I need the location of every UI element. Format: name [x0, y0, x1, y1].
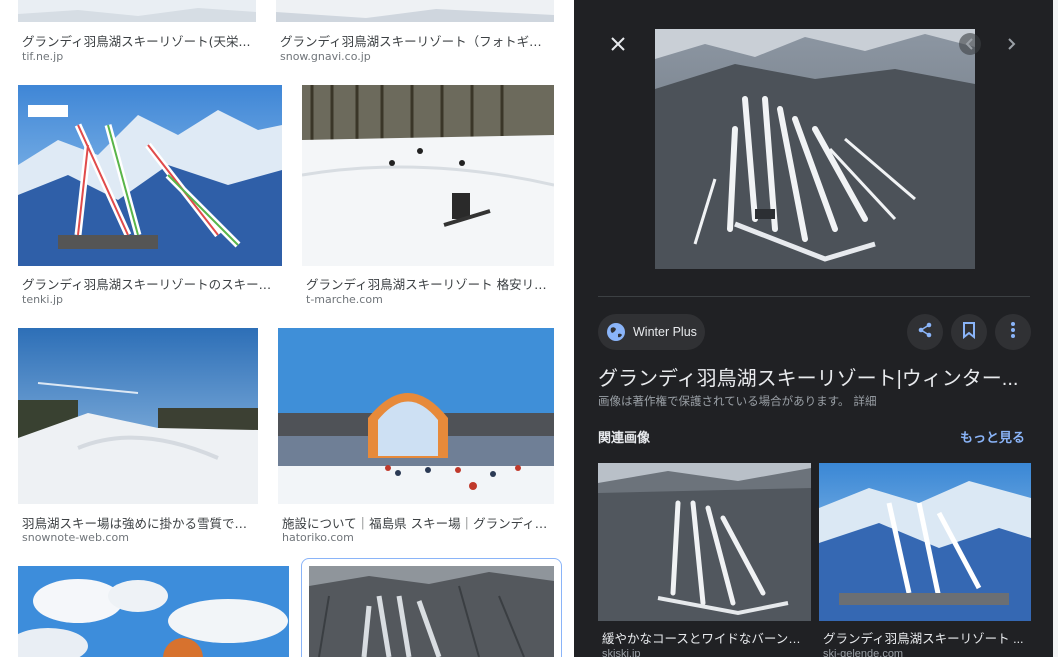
copyright-notice: 画像は著作権で保護されている場合があります。 詳細 [598, 393, 877, 409]
panel-divider [598, 296, 1030, 297]
result-thumbnail[interactable] [18, 328, 258, 504]
source-chip[interactable]: Winter Plus [598, 314, 705, 350]
related-image-thumbnail[interactable] [819, 463, 1031, 621]
result-thumbnail[interactable] [302, 85, 554, 266]
bookmark-icon [961, 321, 977, 343]
result-source: tenki.jp [22, 293, 64, 306]
result-source: snownote-web.com [22, 531, 129, 544]
preview-title[interactable]: グランディ羽鳥湖スキーリゾート|ウィンター... [598, 362, 1028, 391]
next-image-button[interactable] [1000, 33, 1022, 55]
selected-result-thumbnail[interactable] [309, 566, 554, 657]
result-title[interactable]: 施設について｜福島県 スキー場｜グランディ羽... [282, 513, 550, 532]
result-thumbnail[interactable] [18, 0, 256, 22]
more-vert-icon [1010, 321, 1016, 343]
save-button[interactable] [951, 314, 987, 350]
preview-main-image[interactable] [655, 29, 975, 269]
result-thumbnail[interactable] [18, 566, 289, 657]
result-source: t-marche.com [306, 293, 383, 306]
result-thumbnail[interactable] [278, 328, 554, 504]
result-title[interactable]: グランディ羽鳥湖スキーリゾート 格安リフ... [306, 274, 550, 293]
related-image-thumbnail[interactable] [598, 463, 811, 621]
related-images-heading: 関連画像 [598, 430, 651, 445]
related-image-title[interactable]: グランディ羽鳥湖スキーリゾート ... [823, 628, 1029, 647]
related-image-title[interactable]: 緩やかなコースとワイドなバーンで... [602, 628, 809, 647]
share-icon [916, 321, 934, 343]
globe-icon [606, 322, 626, 342]
source-name: Winter Plus [633, 325, 697, 339]
result-title[interactable]: グランディ羽鳥湖スキーリゾートのスキー場... [22, 274, 278, 293]
see-more-link[interactable]: もっと見る [960, 427, 1025, 446]
result-source: hatoriko.com [282, 531, 354, 544]
more-options-button[interactable] [995, 314, 1031, 350]
result-thumbnail[interactable] [276, 0, 554, 22]
result-source: tif.ne.jp [22, 50, 64, 63]
related-image-source: ski-gelende.com [823, 648, 904, 657]
share-button[interactable] [907, 314, 943, 350]
result-title[interactable]: 羽鳥湖スキー場は強めに掛かる雪質でパ... [22, 513, 254, 532]
result-title[interactable]: グランディ羽鳥湖スキーリゾート(天栄... [22, 31, 252, 50]
close-icon[interactable] [606, 32, 630, 56]
image-results-grid: グランディ羽鳥湖スキーリゾート(天栄... tif.ne.jp グランディ羽鳥湖… [0, 0, 574, 657]
copyright-text: 画像は著作権で保護されている場合があります。 [598, 396, 850, 408]
result-source: snow.gnavi.co.jp [280, 50, 371, 63]
related-image-source: skiski.jp [602, 648, 641, 657]
result-title[interactable]: グランディ羽鳥湖スキーリゾート（フォトギャ... [280, 31, 550, 50]
previous-image-button[interactable] [959, 33, 981, 55]
scrollbar-gutter[interactable] [1053, 0, 1058, 657]
detail-link[interactable]: 詳細 [854, 396, 877, 408]
result-thumbnail[interactable] [18, 85, 282, 266]
google-images-page: グランディ羽鳥湖スキーリゾート(天栄... tif.ne.jp グランディ羽鳥湖… [0, 0, 1058, 657]
